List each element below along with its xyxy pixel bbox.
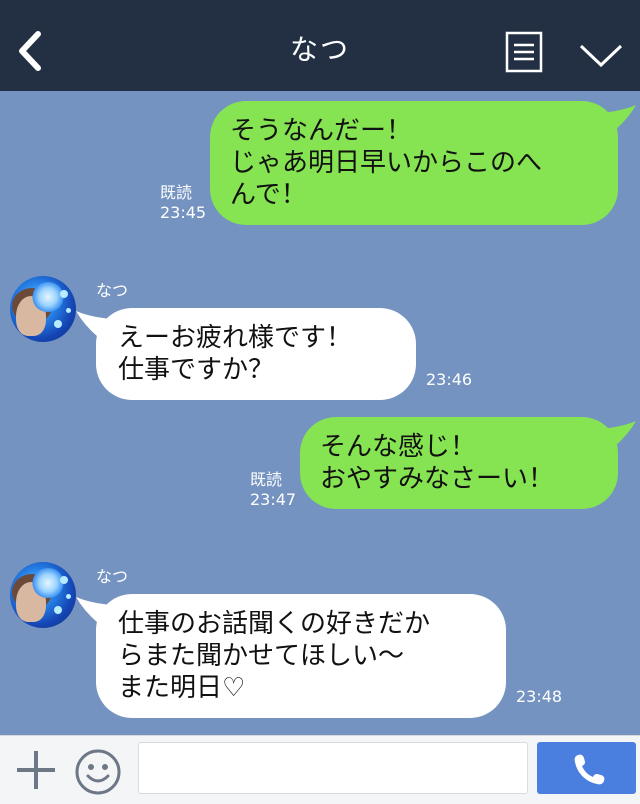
message-text: そうなんだー！ じゃあ明日早いからこのへ んで！ bbox=[230, 116, 543, 210]
message-text: えーお疲れ様です！ 仕事ですか？ bbox=[118, 323, 353, 385]
chevron-down-icon bbox=[579, 44, 623, 68]
message-list[interactable]: 既読 23:45 そうなんだー！ じゃあ明日早いからこのへ んで！ なつ えーお… bbox=[0, 91, 640, 735]
read-receipt: 既読 bbox=[160, 183, 193, 202]
chat-header: なつ bbox=[0, 0, 640, 91]
timestamp: 23:48 bbox=[516, 687, 563, 706]
message-meta: 既読 23:47 bbox=[250, 470, 296, 510]
message-bubble-incoming[interactable]: えーお疲れ様です！ 仕事ですか？ bbox=[96, 308, 416, 400]
chat-title: なつ bbox=[289, 33, 350, 66]
call-button[interactable] bbox=[537, 742, 636, 794]
note-button[interactable] bbox=[505, 31, 543, 73]
emoji-button[interactable] bbox=[74, 748, 122, 796]
note-icon bbox=[505, 31, 543, 73]
read-receipt: 既読 bbox=[250, 470, 283, 489]
smiley-icon bbox=[75, 749, 121, 795]
message-bubble-outgoing[interactable]: そんな感じ！ おやすみなさーい！ bbox=[300, 417, 618, 509]
message-text: 仕事のお話聞くの好きだか らまた聞かせてほしい〜 また明日♡ bbox=[118, 609, 431, 703]
timestamp: 23:47 bbox=[250, 490, 297, 509]
avatar[interactable] bbox=[10, 562, 76, 628]
message-bubble-incoming[interactable]: 仕事のお話聞くの好きだか らまた聞かせてほしい〜 また明日♡ bbox=[96, 594, 506, 718]
message-text: そんな感じ！ おやすみなさーい！ bbox=[320, 432, 555, 494]
sender-name: なつ bbox=[96, 281, 129, 300]
plus-icon bbox=[17, 751, 55, 789]
phone-icon bbox=[574, 754, 605, 785]
input-bar bbox=[0, 735, 640, 804]
add-button[interactable] bbox=[14, 748, 58, 792]
message-bubble-outgoing[interactable]: そうなんだー！ じゃあ明日早いからこのへ んで！ bbox=[210, 101, 618, 225]
collapse-button[interactable] bbox=[578, 40, 624, 70]
avatar[interactable] bbox=[10, 276, 76, 342]
sender-name: なつ bbox=[96, 567, 129, 586]
message-meta: 既読 23:45 bbox=[160, 183, 206, 223]
timestamp: 23:46 bbox=[426, 370, 473, 389]
timestamp: 23:45 bbox=[160, 203, 207, 222]
message-input[interactable] bbox=[138, 742, 528, 794]
